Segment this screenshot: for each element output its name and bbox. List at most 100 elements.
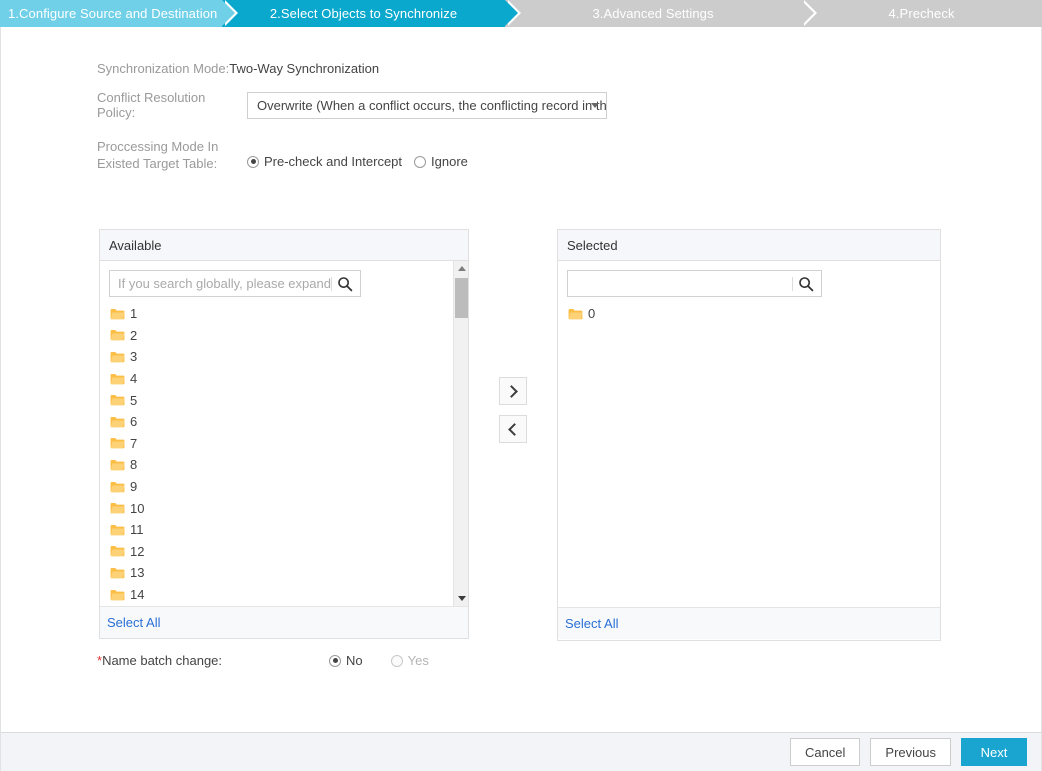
tree-item-label: 6 bbox=[130, 414, 138, 430]
step-2-arrow-icon bbox=[505, 0, 518, 26]
search-divider bbox=[792, 277, 793, 291]
tree-item[interactable]: 13 bbox=[110, 562, 468, 584]
processing-mode-option-precheck-label: Pre-check and Intercept bbox=[264, 154, 403, 169]
step-2-select-objects[interactable]: 2.Select Objects to Synchronize bbox=[222, 0, 521, 27]
folder-icon bbox=[110, 567, 125, 579]
tree-item-label: 12 bbox=[130, 543, 145, 559]
name-batch-change-option-no-label: No bbox=[346, 653, 363, 668]
selected-panel-body: 0 bbox=[558, 261, 940, 607]
move-right-button[interactable] bbox=[499, 377, 527, 405]
search-icon[interactable] bbox=[798, 276, 814, 292]
tree-item-label: 14 bbox=[130, 587, 145, 603]
name-batch-change-option-no[interactable]: No bbox=[329, 653, 363, 668]
name-batch-change-option-yes[interactable]: Yes bbox=[390, 653, 429, 668]
processing-mode-option-precheck[interactable]: Pre-check and Intercept bbox=[247, 154, 402, 169]
tree-item[interactable]: 6 bbox=[110, 411, 468, 433]
folder-icon bbox=[110, 546, 125, 557]
folder-icon bbox=[110, 373, 125, 384]
folder-icon bbox=[110, 589, 125, 600]
step-1-configure-source-destination[interactable]: 1.Configure Source and Destination bbox=[0, 0, 238, 27]
next-button[interactable]: Next bbox=[961, 738, 1027, 766]
tree-item-label: 8 bbox=[130, 457, 138, 473]
step-4-label: 4.Precheck bbox=[888, 6, 955, 21]
name-batch-change-option-yes-label: Yes bbox=[407, 653, 429, 668]
folder-icon bbox=[110, 459, 125, 471]
step-3-label: 3.Advanced Settings bbox=[592, 6, 714, 21]
step-3-advanced-settings[interactable]: 3.Advanced Settings bbox=[505, 0, 818, 27]
tree-item[interactable]: 14 bbox=[110, 584, 468, 606]
tree-item-label: 10 bbox=[130, 500, 145, 516]
chevron-left-icon bbox=[508, 422, 521, 436]
folder-icon bbox=[110, 481, 125, 492]
available-panel: Available If you search globally, please… bbox=[99, 229, 469, 639]
selected-searchbar bbox=[558, 261, 940, 297]
previous-button[interactable]: Previous bbox=[870, 738, 951, 766]
tree-item-label: 3 bbox=[130, 349, 138, 365]
selected-select-all-link[interactable]: Select All bbox=[565, 616, 618, 631]
scroll-up-arrow-icon[interactable] bbox=[454, 261, 468, 276]
tree-item-label: 11 bbox=[130, 522, 144, 538]
search-divider bbox=[331, 277, 332, 291]
tree-item[interactable]: 5 bbox=[110, 389, 468, 411]
conflict-resolution-policy-label: Conflict Resolution Policy: bbox=[97, 90, 206, 120]
selected-search-input[interactable] bbox=[567, 270, 822, 297]
tree-item-label: 2 bbox=[130, 327, 138, 343]
folder-icon bbox=[110, 330, 125, 341]
move-left-button[interactable] bbox=[499, 415, 527, 443]
tree-item[interactable]: 12 bbox=[110, 541, 468, 563]
name-batch-change-row: * Name batch change: No Yes bbox=[97, 653, 457, 668]
search-icon[interactable] bbox=[337, 276, 353, 292]
scrollbar-thumb[interactable] bbox=[455, 278, 468, 318]
chevron-down-icon bbox=[591, 103, 599, 108]
available-select-all-link[interactable]: Select All bbox=[107, 615, 160, 630]
available-panel-header: Available bbox=[100, 230, 468, 261]
radio-icon[interactable] bbox=[247, 155, 259, 168]
available-panel-footer: Select All bbox=[100, 606, 468, 638]
synchronization-mode-row: Synchronization Mode: Two-Way Synchroniz… bbox=[97, 61, 607, 76]
tree-item-label: 9 bbox=[130, 479, 138, 495]
selected-panel-header: Selected bbox=[558, 230, 940, 261]
scroll-down-arrow-icon[interactable] bbox=[454, 591, 468, 606]
tree-item[interactable]: 2 bbox=[110, 325, 468, 347]
folder-icon bbox=[110, 308, 125, 320]
available-search-input[interactable]: If you search globally, please expand bbox=[109, 270, 361, 297]
conflict-resolution-policy-select[interactable]: Overwrite (When a conflict occurs, the c… bbox=[247, 91, 607, 119]
processing-mode-option-ignore[interactable]: Ignore bbox=[414, 154, 468, 169]
step-1-label: 1.Configure Source and Destination bbox=[8, 6, 218, 21]
tree-item-label: 5 bbox=[130, 392, 138, 408]
transfer-button-group bbox=[499, 377, 527, 453]
tree-item-label: 1 bbox=[130, 306, 138, 322]
tree-item[interactable]: 0 bbox=[568, 303, 940, 325]
radio-icon[interactable] bbox=[414, 155, 427, 168]
selected-panel: Selected 0 Select All bbox=[557, 229, 941, 641]
tree-item[interactable]: 9 bbox=[110, 476, 468, 498]
wizard-footer: Cancel Previous Next bbox=[0, 732, 1042, 771]
tree-item[interactable]: 11 bbox=[110, 519, 468, 541]
processing-mode-label-line2: Existed Target Table: bbox=[97, 156, 218, 171]
tree-item[interactable]: 1 bbox=[110, 303, 468, 325]
step-1-arrow-icon bbox=[222, 0, 235, 26]
tree-item[interactable]: 8 bbox=[110, 454, 468, 476]
tree-item[interactable]: 4 bbox=[110, 368, 468, 390]
available-tree-list[interactable]: 1 2 3 4 5 6 7 8 9 10 11 12 13 14 bbox=[100, 297, 468, 605]
chevron-right-icon bbox=[505, 384, 518, 398]
processing-mode-label-line1: Proccessing Mode In bbox=[97, 139, 219, 154]
radio-icon[interactable] bbox=[390, 654, 403, 667]
folder-icon bbox=[110, 524, 125, 535]
folder-icon bbox=[110, 395, 125, 406]
step-3-arrow-icon bbox=[801, 0, 815, 26]
cancel-button[interactable]: Cancel bbox=[789, 738, 861, 766]
step-4-precheck[interactable]: 4.Precheck bbox=[801, 0, 1042, 27]
synchronization-mode-value: Two-Way Synchronization bbox=[229, 61, 380, 76]
name-batch-change-label: Name batch change: bbox=[102, 653, 223, 668]
folder-icon bbox=[110, 438, 125, 449]
available-scrollbar[interactable] bbox=[453, 261, 468, 606]
tree-item[interactable]: 7 bbox=[110, 433, 468, 455]
radio-icon[interactable] bbox=[329, 654, 342, 667]
tree-item[interactable]: 3 bbox=[110, 346, 468, 368]
available-panel-body: If you search globally, please expand 12… bbox=[100, 261, 468, 606]
tree-item[interactable]: 10 bbox=[110, 497, 468, 519]
selected-tree-list[interactable]: 0 bbox=[558, 297, 940, 325]
available-searchbar: If you search globally, please expand bbox=[100, 261, 468, 297]
wizard-page: 1.Configure Source and Destination 2.Sel… bbox=[0, 0, 1042, 771]
